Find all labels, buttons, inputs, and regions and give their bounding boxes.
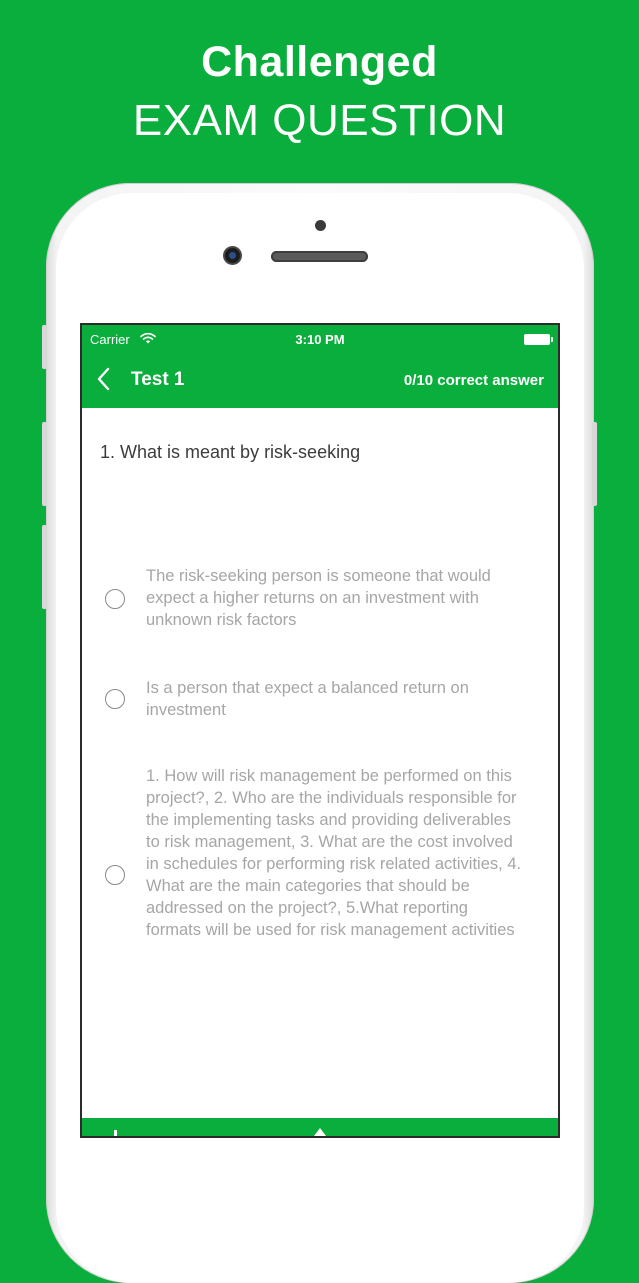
nav-title: Test 1: [131, 369, 185, 390]
answer-option-text: 1. How will risk management be performed…: [146, 767, 522, 939]
phone-sensor: [315, 220, 326, 231]
question-text: 1. What is meant by risk-seeking: [100, 442, 361, 462]
status-bar: Carrier 3:10 PM: [82, 325, 558, 351]
toolbar-left-icon[interactable]: [114, 1130, 117, 1136]
score-label: 0/10 correct answer: [403, 372, 544, 389]
answer-option[interactable]: Is a person that expect a balanced retur…: [82, 677, 558, 723]
answer-option-text: The risk-seeking person is someone that …: [146, 567, 491, 629]
phone-mute-switch: [42, 325, 47, 369]
bottom-toolbar: [82, 1118, 558, 1136]
answer-option[interactable]: 1. How will risk management be performed…: [82, 765, 558, 985]
chevron-left-icon[interactable]: [94, 366, 114, 392]
toolbar-up-icon[interactable]: [314, 1128, 326, 1136]
promo-headline-line1: Challenged: [201, 38, 438, 86]
phone-power-button: [592, 422, 597, 506]
radio-button[interactable]: [105, 589, 125, 609]
phone-volume-down-button: [42, 525, 47, 609]
radio-button[interactable]: [105, 689, 125, 709]
status-time: 3:10 PM: [295, 332, 345, 347]
answer-option-text: Is a person that expect a balanced retur…: [146, 679, 469, 719]
phone-speaker: [271, 251, 368, 262]
promo-headline-line2: EXAM QUESTION: [132, 96, 507, 145]
radio-button[interactable]: [105, 865, 125, 885]
phone-camera: [223, 246, 242, 265]
nav-bar: Test 1 0/10 correct answer: [82, 351, 558, 408]
answer-option[interactable]: The risk-seeking person is someone that …: [82, 565, 558, 635]
battery-icon: [524, 334, 553, 345]
phone-volume-up-button: [42, 422, 47, 506]
app-screen: Carrier 3:10 PM Test 1 0/10 correct answ…: [82, 325, 558, 1136]
